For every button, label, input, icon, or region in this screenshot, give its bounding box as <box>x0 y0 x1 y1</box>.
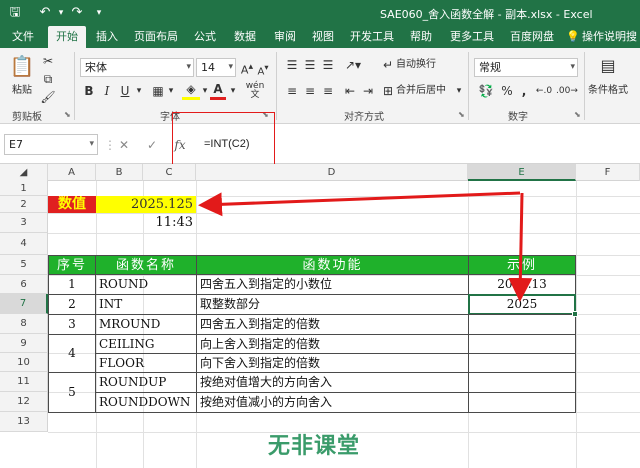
annotation-arrows <box>198 191 533 302</box>
arrow-to-e7 <box>508 192 533 302</box>
arrow-to-c2 <box>198 191 521 217</box>
watermark-logo: 无非课堂 <box>268 434 361 459</box>
